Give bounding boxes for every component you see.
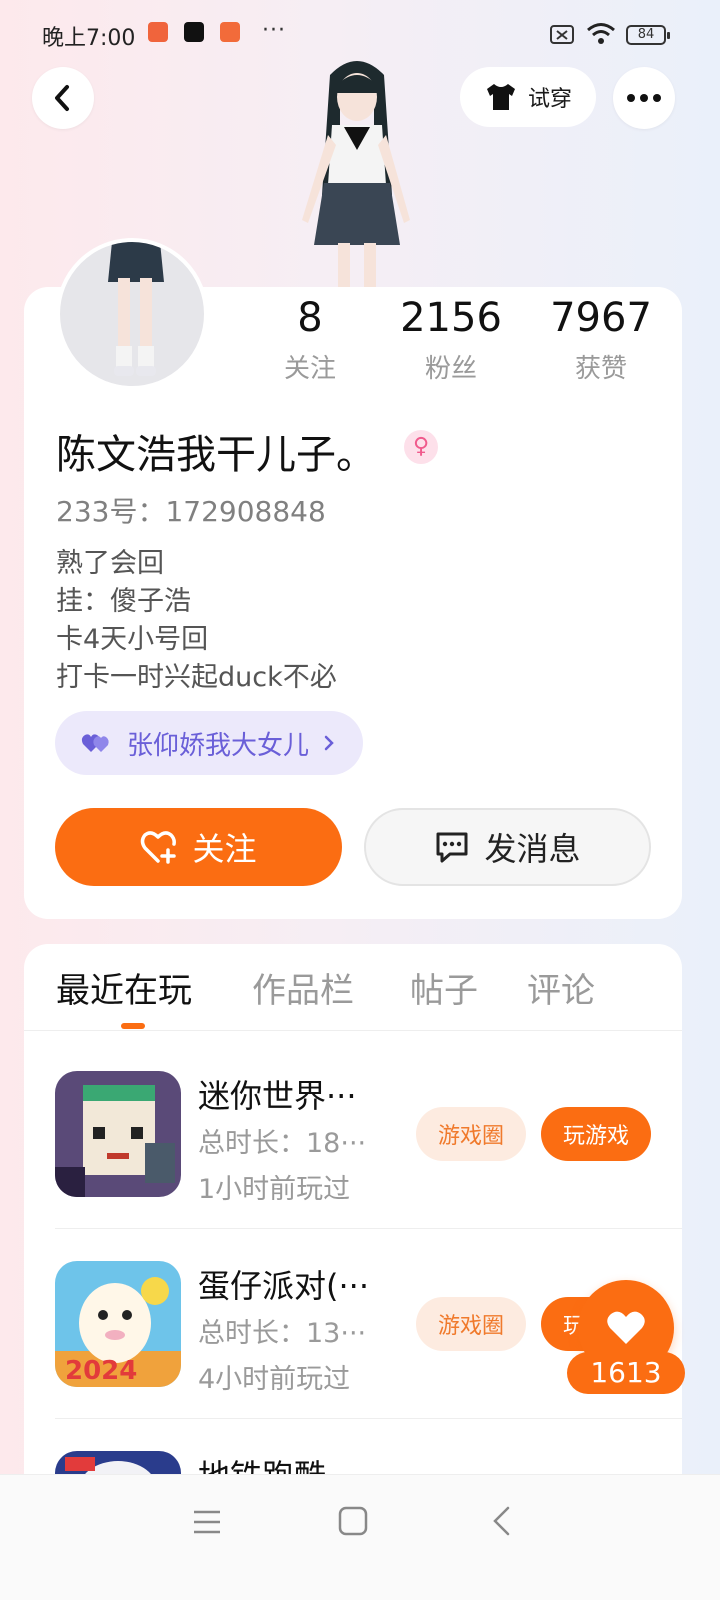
status-time: 晚上7:00: [42, 26, 136, 51]
tab-comments[interactable]: 评论: [527, 963, 595, 1012]
chat-bubble-icon: [436, 832, 468, 863]
heart-plus-icon: [141, 831, 177, 864]
stat-following-label: 关注: [283, 354, 336, 384]
bio-line: 打卡一时兴起duck不必: [56, 662, 337, 693]
game-circle-button[interactable]: 游戏圈: [416, 1107, 526, 1161]
tryon-label: 试穿: [527, 87, 572, 112]
like-count: 1613: [567, 1352, 685, 1394]
username: 陈文浩我干儿子。: [56, 432, 376, 478]
game-last-played: 1小时前玩过: [198, 1174, 351, 1205]
tab-recently-played[interactable]: 最近在玩: [56, 963, 192, 1012]
stat-likes-label: 获赞: [574, 354, 627, 384]
user-id: 233号：172908848: [56, 495, 326, 528]
active-tab-indicator: [121, 1023, 145, 1029]
more-notifications-icon: ···: [262, 18, 286, 43]
bio: 熟了会回 挂：傻子浩 卡4天小号回 打卡一时兴起duck不必: [56, 545, 337, 697]
tryon-button[interactable]: 试穿: [460, 67, 596, 127]
game-row[interactable]: 迷你世界··· 总时长：18··· 1小时前玩过 游戏圈 玩游戏: [0, 1071, 720, 1261]
play-game-button[interactable]: 玩游戏: [541, 1107, 651, 1161]
stat-fans-label: 粉丝: [424, 354, 477, 384]
home-icon[interactable]: [337, 1505, 369, 1537]
back-arrow-icon: [55, 85, 69, 111]
send-message-label: 发消息: [484, 830, 581, 868]
nav-back-icon[interactable]: [490, 1505, 514, 1537]
game-title: 蛋仔派对(···: [198, 1267, 370, 1305]
tab-posts[interactable]: 帖子: [410, 963, 478, 1012]
douyin-icon: [184, 22, 204, 42]
stat-fans[interactable]: 2156 粉丝: [381, 292, 521, 385]
tab-works[interactable]: 作品栏: [252, 963, 354, 1012]
relationship-label: 张仰娇我大女儿: [127, 730, 310, 761]
double-heart-icon: [81, 734, 109, 752]
relationship-badge[interactable]: 张仰娇我大女儿: [55, 711, 364, 775]
tshirt-icon: [486, 84, 515, 110]
mail-icon: [220, 22, 240, 42]
female-gender-icon: ♀: [404, 430, 438, 464]
back-button[interactable]: [32, 67, 94, 129]
stat-following[interactable]: 8 关注: [240, 292, 380, 385]
game-row[interactable]: 地铁跑酷···: [0, 1451, 720, 1475]
game-circle-button[interactable]: 游戏圈: [416, 1297, 526, 1351]
avatar[interactable]: [56, 238, 208, 390]
mi-app-icon: [148, 22, 168, 42]
game-title: 迷你世界···: [198, 1077, 357, 1115]
follow-label: 关注: [192, 830, 257, 868]
stat-likes[interactable]: 7967 获赞: [531, 292, 671, 385]
row-divider: [55, 1418, 682, 1419]
game-icon-mini-world: [55, 1071, 181, 1197]
menu-icon[interactable]: [192, 1507, 222, 1537]
follow-button[interactable]: 关注: [55, 808, 342, 886]
send-message-button[interactable]: 发消息: [364, 808, 651, 886]
game-icon-eggy-party: 2024: [55, 1261, 181, 1387]
sim-icon: [550, 25, 574, 44]
bio-line: 挂：傻子浩: [56, 586, 191, 617]
system-nav-bar: [0, 1474, 720, 1600]
heart-icon: [607, 1311, 645, 1344]
chevron-right-icon: [324, 735, 334, 751]
more-options-button[interactable]: [613, 67, 675, 129]
row-divider: [55, 1228, 682, 1229]
game-last-played: 4小时前玩过: [198, 1364, 351, 1395]
game-title: 地铁跑酷···: [198, 1451, 357, 1475]
game-duration: 总时长：13···: [198, 1318, 367, 1349]
battery-indicator: 84: [626, 25, 670, 45]
character-figure: [302, 61, 410, 295]
bio-line: 卡4天小号回: [56, 624, 209, 655]
stat-following-num: 8: [297, 295, 323, 341]
game-icon-subway-surfers: [55, 1451, 181, 1475]
bio-line: 熟了会回: [56, 548, 164, 579]
stat-fans-num: 2156: [400, 295, 502, 341]
wifi-icon: [587, 23, 615, 44]
stat-likes-num: 7967: [550, 295, 652, 341]
tab-divider: [24, 1030, 682, 1031]
svg-text:2024: 2024: [65, 1356, 137, 1386]
game-duration: 总时长：18···: [198, 1128, 367, 1159]
more-dots-icon: [627, 94, 661, 102]
